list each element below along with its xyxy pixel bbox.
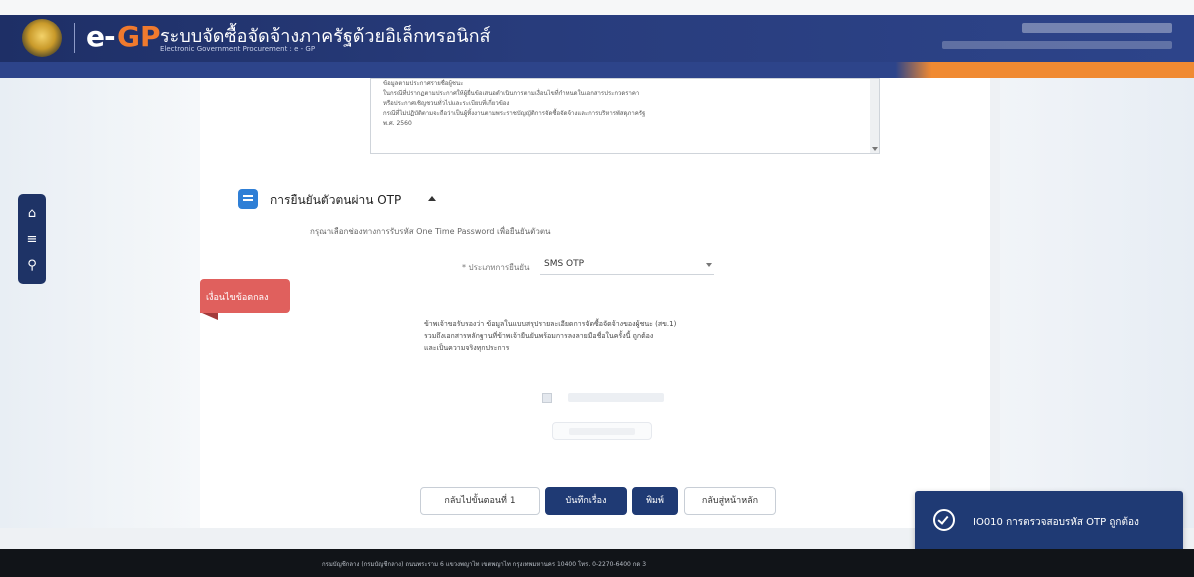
disabled-checkbox <box>542 393 552 403</box>
check-mark <box>937 513 949 525</box>
disabled-button <box>552 422 652 440</box>
consent-line: ข้าพเจ้าขอรับรองว่า ข้อมูลในแบบสรุปรายละ… <box>424 320 677 328</box>
otp-channel-value: SMS OTP <box>544 259 585 269</box>
document-scrollbar[interactable] <box>870 79 879 153</box>
top-strip <box>0 0 1194 15</box>
document-scroll-box[interactable]: ข้อมูลตามประกาศรายชื่อผู้ชนะ ในกรณีที่ปร… <box>370 78 880 154</box>
background-right <box>1000 78 1194 528</box>
check-circle-icon <box>933 509 955 531</box>
chevron-down-icon <box>706 263 712 267</box>
otp-section-icon <box>238 189 258 209</box>
system-subtitle: Electronic Government Procurement : e - … <box>160 45 316 53</box>
logo-e: e- <box>86 20 116 53</box>
print-button[interactable]: พิมพ์ <box>632 487 678 515</box>
user-name-blurred[interactable] <box>1022 23 1172 33</box>
otp-section-title: การยืนยันตัวตนผ่าน OTP <box>270 193 402 207</box>
scroll-down-icon[interactable] <box>872 147 878 151</box>
document-line: กรณีที่ไม่ปฏิบัติตามจะถือว่าเป็นผู้ทิ้งง… <box>383 110 646 117</box>
ribbon-tail <box>202 313 218 320</box>
footer: กรมบัญชีกลาง (กรมบัญชีกลาง) ถนนพระราม 6 … <box>0 549 1194 577</box>
otp-icon-line <box>243 199 253 201</box>
otp-channel-select[interactable]: SMS OTP <box>540 255 714 275</box>
user-org-blurred <box>942 41 1172 49</box>
document-line: หรือประกาศเชิญชวนทั่วไปและระเบียบที่เกี่… <box>383 100 510 107</box>
consent-line: รวมถึงเอกสารหลักฐานที่ข้าพเจ้ายืนยันพร้อ… <box>424 332 654 340</box>
government-emblem-icon <box>22 19 62 57</box>
menu-icon[interactable]: ≡ <box>18 228 46 252</box>
otp-channel-label: * ประเภทการยืนยัน <box>462 263 530 272</box>
logo-divider <box>74 23 75 53</box>
otp-instruction: กรุณาเลือกช่องทางการรับรหัส One Time Pas… <box>310 227 551 236</box>
save-button[interactable]: บันทึกเรื่อง <box>545 487 627 515</box>
home-icon[interactable]: ⌂ <box>18 202 46 226</box>
success-toast: IO010 การตรวจสอบรหัส OTP ถูกต้อง <box>915 491 1183 557</box>
document-line: พ.ศ. 2560 <box>383 120 412 127</box>
footer-text: กรมบัญชีกลาง (กรมบัญชีกลาง) ถนนพระราม 6 … <box>322 561 647 568</box>
consent-line: และเป็นความจริงทุกประการ <box>424 344 510 352</box>
otp-icon-line <box>243 195 253 197</box>
disabled-button-label <box>569 428 635 435</box>
background-left <box>0 78 200 528</box>
document-line: ในกรณีที่ปรากฏตามประกาศให้ผู้ยื่นข้อเสนอ… <box>383 90 640 97</box>
consent-statement: ข้าพเจ้าขอรับรองว่า ข้อมูลในแบบสรุปรายละ… <box>424 318 784 354</box>
toast-message: IO010 การตรวจสอบรหัส OTP ถูกต้อง <box>973 517 1139 528</box>
disabled-checkbox-label <box>568 393 664 402</box>
back-step1-button[interactable]: กลับไปขั้นตอนที่ 1 <box>420 487 540 515</box>
side-menu: ⌂ ≡ ⚲ <box>18 194 46 284</box>
logo-gp: GP <box>117 20 161 53</box>
search-icon[interactable]: ⚲ <box>18 254 46 278</box>
terms-ribbon-label: เงื่อนไขข้อตกลง <box>206 293 269 303</box>
collapse-caret-icon[interactable] <box>428 196 436 201</box>
app-header: e- GP ระบบจัดซื้อจัดจ้างภาครัฐด้วยอิเล็ก… <box>0 15 1194 62</box>
terms-ribbon: เงื่อนไขข้อตกลง <box>200 279 290 313</box>
header-date-bar <box>0 62 1194 78</box>
document-line: ข้อมูลตามประกาศรายชื่อผู้ชนะ <box>383 80 464 87</box>
home-button[interactable]: กลับสู่หน้าหลัก <box>684 487 776 515</box>
